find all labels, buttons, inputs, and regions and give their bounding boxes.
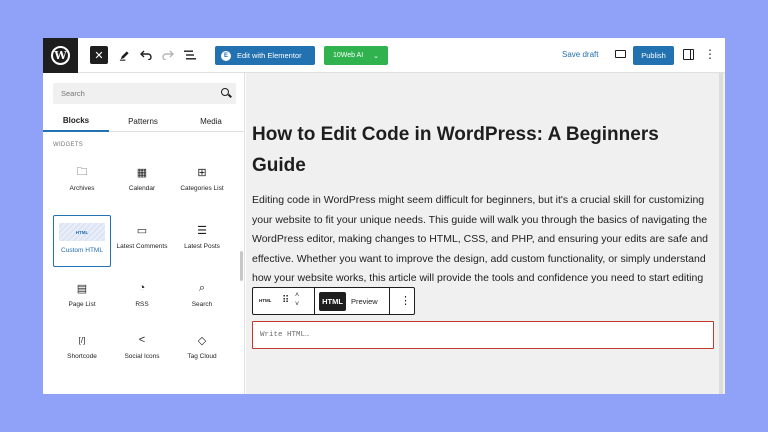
block-options-icon[interactable]: ⋮: [400, 294, 411, 308]
elementor-icon: E: [221, 50, 231, 61]
block-shortcode[interactable]: [/] Shortcode: [53, 325, 111, 377]
block-custom-html[interactable]: HTML Custom HTML: [53, 215, 111, 267]
block-social-icons[interactable]: < Social Icons: [113, 325, 171, 377]
html-code-input[interactable]: [253, 322, 713, 348]
block-search[interactable]: ⌕ Search: [173, 273, 231, 325]
search-icon[interactable]: [221, 88, 229, 96]
block-label: Tag Cloud: [187, 353, 217, 360]
wordpress-logo[interactable]: W: [43, 38, 78, 73]
undo-icon: [140, 50, 152, 60]
block-label: Custom HTML: [61, 247, 103, 254]
block-categories-list[interactable]: ⊞ Categories List: [173, 157, 231, 209]
block-label: Categories List: [180, 185, 224, 192]
html-icon: HTML: [59, 223, 105, 241]
move-down-icon[interactable]: ˅: [295, 300, 299, 309]
share-icon: <: [138, 334, 146, 346]
inserter-scrollbar[interactable]: [240, 251, 243, 281]
block-rss[interactable]: ◔ RSS: [113, 273, 171, 325]
close-icon: ✕: [94, 49, 104, 62]
editor-canvas: How to Edit Code in WordPress: A Beginne…: [246, 73, 725, 394]
block-label: Latest Posts: [184, 243, 220, 250]
block-tag-cloud[interactable]: ◇ Tag Cloud: [173, 325, 231, 377]
settings-sidebar-icon[interactable]: [683, 49, 694, 60]
preview-tab-button[interactable]: Preview: [351, 292, 378, 311]
preview-button[interactable]: [613, 47, 627, 61]
edit-with-elementor-button[interactable]: E Edit with Elementor: [215, 46, 315, 65]
rss-icon: ◔: [138, 282, 146, 294]
post-paragraph[interactable]: Editing code in WordPress might seem dif…: [252, 191, 716, 285]
save-draft-button[interactable]: Save draft: [562, 50, 598, 59]
list-view-icon: [184, 50, 196, 60]
comment-icon: ▭: [136, 224, 148, 237]
tenweb-ai-label: 10Web AI: [332, 52, 364, 59]
toolbar-divider: [314, 288, 315, 314]
document-overview-button[interactable]: [181, 46, 199, 64]
block-inserter-panel: Blocks Patterns Media WIDGETS 🗀 Archives…: [43, 73, 245, 394]
tenweb-ai-button[interactable]: 10Web AI ⌄: [324, 46, 388, 65]
toolbar-divider: [389, 288, 390, 314]
redo-button[interactable]: [159, 46, 177, 64]
post-title[interactable]: How to Edit Code in WordPress: A Beginne…: [252, 119, 712, 181]
page-list-icon: ▤: [76, 282, 88, 295]
shortcode-icon: [/]: [78, 335, 86, 345]
desktop-preview-icon: [614, 50, 626, 58]
block-page-list[interactable]: ▤ Page List: [53, 273, 111, 325]
editor-header: W ✕ E Edit with Elementor 10Web AI ⌄ Sav…: [43, 38, 725, 73]
wordpress-icon: W: [51, 46, 70, 65]
move-up-icon[interactable]: ˄: [295, 291, 299, 300]
close-inserter-button[interactable]: ✕: [90, 46, 108, 64]
block-label: Search: [191, 301, 213, 308]
search-icon: ⌕: [198, 281, 206, 294]
html-block-icon[interactable]: HTML: [259, 298, 272, 303]
calendar-icon: ▦: [136, 166, 148, 179]
archive-icon: 🗀: [76, 165, 88, 178]
block-label: Shortcode: [67, 353, 97, 360]
inserter-tabs: Blocks Patterns Media: [43, 110, 244, 132]
block-label: Archives: [69, 185, 95, 192]
block-latest-comments[interactable]: ▭ Latest Comments: [113, 215, 171, 267]
options-more-icon[interactable]: ⋮: [704, 47, 716, 61]
block-search: [53, 83, 236, 104]
edit-with-elementor-label: Edit with Elementor: [237, 51, 302, 60]
block-calendar[interactable]: ▦ Calendar: [113, 157, 171, 209]
block-label: Page List: [68, 301, 96, 308]
posts-list-icon: ☰: [197, 224, 207, 237]
custom-html-block: [252, 321, 714, 349]
block-label: Social Icons: [124, 353, 160, 360]
canvas-scrollbar[interactable]: [719, 73, 723, 394]
categories-icon: ⊞: [197, 166, 207, 179]
block-label: Calendar: [128, 185, 156, 192]
block-latest-posts[interactable]: ☰ Latest Posts: [173, 215, 231, 267]
block-search-input[interactable]: [53, 83, 236, 104]
tab-blocks[interactable]: Blocks: [43, 110, 109, 132]
undo-button[interactable]: [137, 46, 155, 64]
block-archives[interactable]: 🗀 Archives: [53, 157, 111, 209]
tools-button[interactable]: [115, 46, 133, 64]
move-buttons: ˄ ˅: [295, 291, 299, 309]
publish-button[interactable]: Publish: [633, 46, 674, 65]
chevron-down-icon: ⌄: [373, 52, 380, 60]
redo-icon: [162, 50, 174, 60]
drag-handle-icon[interactable]: ⠿: [282, 295, 289, 307]
html-tab-button[interactable]: HTML: [319, 292, 346, 311]
tab-patterns[interactable]: Patterns: [109, 110, 177, 132]
widgets-section-label: WIDGETS: [53, 142, 84, 148]
block-label: Latest Comments: [116, 243, 168, 250]
block-toolbar: HTML ⠿ ˄ ˅ HTML Preview ⋮: [252, 287, 415, 315]
tag-icon: ◇: [197, 334, 207, 347]
tab-media[interactable]: Media: [177, 110, 244, 132]
editor-window: W ✕ E Edit with Elementor 10Web AI ⌄ Sav…: [43, 38, 725, 394]
block-label: RSS: [135, 301, 149, 308]
pencil-icon: [119, 50, 129, 61]
